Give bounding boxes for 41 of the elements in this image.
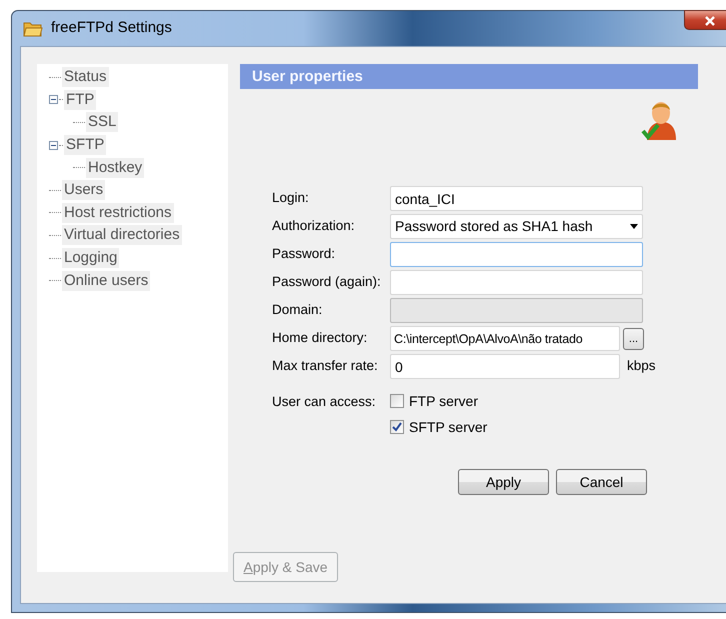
dialog-button[interactable]: Cancel (556, 469, 647, 495)
tree-item[interactable]: Users (62, 180, 106, 200)
field-label: Password: (272, 245, 336, 264)
authorization-dropdown[interactable]: Password stored as SHA1 hash (390, 214, 643, 239)
field-label: Login: (272, 189, 310, 208)
close-icon (704, 16, 716, 26)
checkbox-label: SFTP server (409, 418, 488, 436)
input-field[interactable]: 0 (390, 354, 620, 379)
checkbox[interactable] (390, 420, 404, 434)
dialog-button[interactable]: Apply (458, 469, 549, 495)
unit-label: kbps (627, 357, 656, 376)
tree-item[interactable]: FTP (64, 90, 96, 110)
input-field[interactable] (390, 242, 643, 267)
tree-item[interactable]: SSL (86, 112, 118, 132)
checkbox-label: FTP server (409, 392, 478, 410)
field-label: Domain: (272, 301, 324, 320)
field-label: User can access: (272, 393, 377, 411)
tree-item[interactable]: Status (62, 67, 109, 88)
tree-item[interactable]: Virtual directories (62, 225, 182, 246)
tree-item[interactable]: Online users (62, 270, 150, 291)
tree-item[interactable]: Host restrictions (62, 202, 174, 223)
collapse-toggle-icon[interactable] (49, 95, 58, 104)
user-check-icon (641, 100, 677, 142)
window-title: freeFTPd Settings (51, 18, 172, 38)
panel-header: User properties (240, 64, 698, 89)
input-field[interactable]: C:\intercept\OpA\AlvoA\não tratado (390, 326, 620, 351)
browse-button[interactable]: ... (623, 328, 644, 350)
input-field[interactable] (390, 270, 643, 295)
checkbox[interactable] (390, 394, 404, 408)
input-field[interactable]: conta_ICI (390, 186, 643, 211)
tree-item[interactable]: SFTP (64, 135, 106, 156)
tree-item[interactable]: Logging (62, 248, 120, 268)
field-label: Home directory: (272, 329, 368, 348)
caret-icon (630, 224, 638, 229)
folder-icon (23, 20, 43, 37)
tree-item[interactable]: Hostkey (86, 158, 144, 178)
field-label: Max transfer rate: (272, 357, 379, 376)
field-label: Authorization: (272, 217, 356, 236)
collapse-toggle-icon[interactable] (49, 140, 58, 150)
field-label: Password (again): (272, 273, 382, 292)
close-button[interactable] (684, 10, 726, 30)
